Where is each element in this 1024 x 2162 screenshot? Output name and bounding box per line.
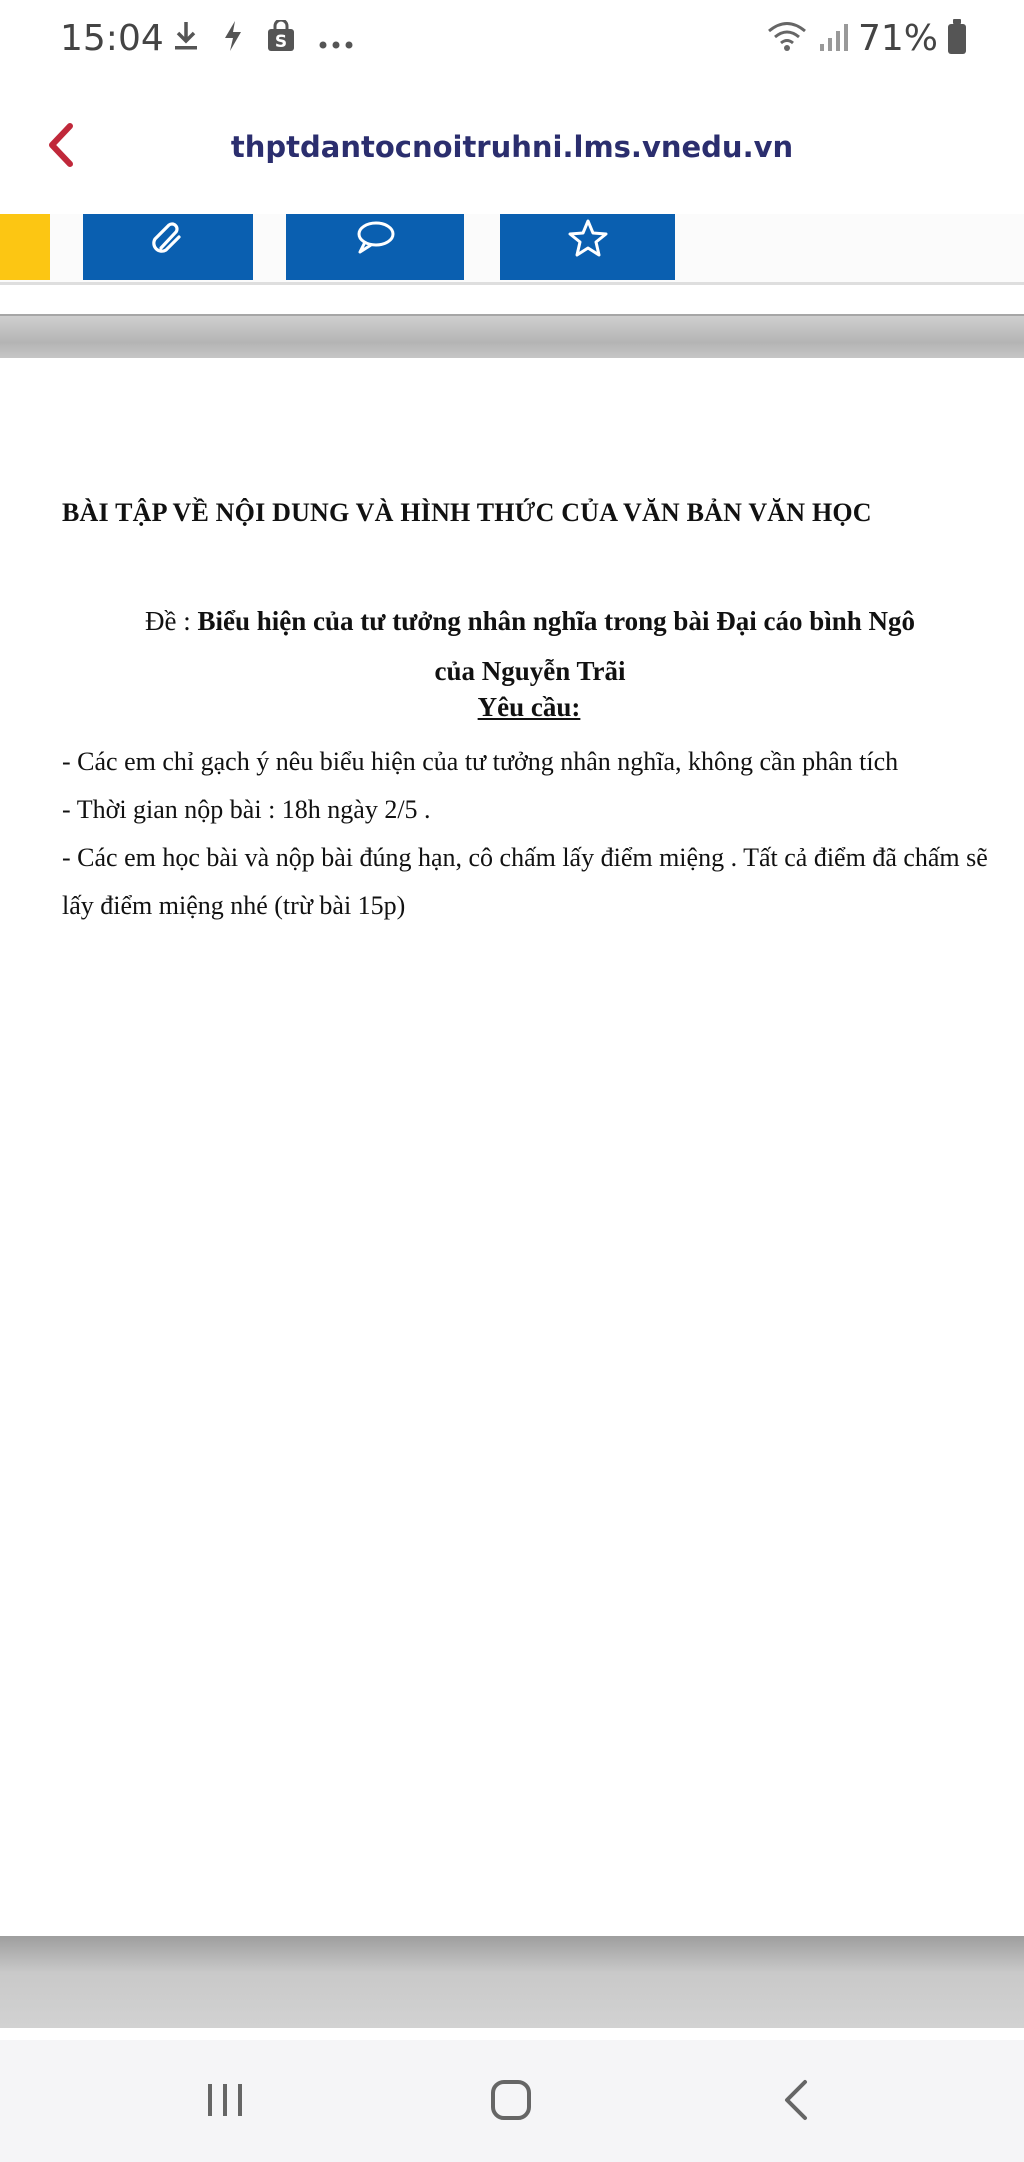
requirements-list: - Các em chỉ gạch ý nêu biểu hiện của tư…: [62, 738, 1012, 930]
document-topic: Đề : Biểu hiện của tư tưởng nhân nghĩa t…: [0, 596, 1024, 696]
status-bar: 15:04 S 71%: [0, 0, 1024, 80]
shop-icon: S: [266, 18, 296, 60]
status-icons-left: S: [172, 18, 354, 60]
battery-icon: [948, 18, 966, 54]
toolbar-accent-tab[interactable]: [0, 214, 50, 280]
bolt-icon: [222, 20, 244, 60]
topic-prefix: Đề :: [144, 606, 198, 636]
browser-header: thptdantocnoitruhni.lms.vnedu.vn: [0, 80, 1024, 214]
recent-apps-icon: [208, 2084, 242, 2116]
more-icon: [318, 23, 354, 58]
wifi-icon: [766, 20, 808, 57]
document-page: BÀI TẬP VỀ NỘI DUNG VÀ HÌNH THỨC CỦA VĂN…: [0, 358, 1024, 1936]
requirement-item: - Các em học bài và nộp bài đúng hạn, cô…: [62, 843, 988, 920]
status-icons-right: 71%: [766, 18, 966, 59]
requirement-item: - Thời gian nộp bài : 18h ngày 2/5 .: [62, 795, 431, 824]
paperclip-icon: [152, 222, 181, 253]
back-icon: [785, 2080, 807, 2120]
attachment-button[interactable]: [83, 214, 253, 280]
battery-percent: 71%: [857, 18, 938, 59]
star-icon: [568, 219, 607, 257]
svg-text:S: S: [275, 32, 287, 52]
viewer-top-border: [0, 314, 1024, 360]
nav-back-button[interactable]: [752, 2060, 842, 2140]
recent-apps-button[interactable]: [180, 2060, 270, 2140]
topic-line-2: của Nguyễn Trãi: [434, 656, 626, 686]
home-button[interactable]: [466, 2060, 556, 2140]
favorite-button[interactable]: [500, 214, 675, 280]
signal-icon: [818, 20, 848, 57]
comment-button[interactable]: [286, 214, 464, 280]
topic-line-1: Biểu hiện của tư tưởng nhân nghĩa trong …: [197, 606, 915, 636]
viewer-bottom-border: [0, 1936, 1024, 2028]
system-nav-bar: [0, 2040, 1024, 2162]
document-title: BÀI TẬP VỀ NỘI DUNG VÀ HÌNH THỨC CỦA VĂN…: [62, 498, 872, 527]
requirements-title: Yêu cầu:: [477, 692, 581, 722]
page-url: thptdantocnoitruhni.lms.vnedu.vn: [230, 130, 794, 164]
download-icon: [172, 20, 200, 60]
status-time: 15:04: [60, 18, 164, 59]
requirement-item: - Các em chỉ gạch ý nêu biểu hiện của tư…: [62, 747, 899, 776]
toolbar: [0, 214, 1024, 285]
screen: 15:04 S 71% thptdantocnoitruhni.lms.vned…: [0, 0, 1024, 2162]
comment-icon: [357, 221, 395, 254]
home-icon: [491, 2080, 531, 2120]
